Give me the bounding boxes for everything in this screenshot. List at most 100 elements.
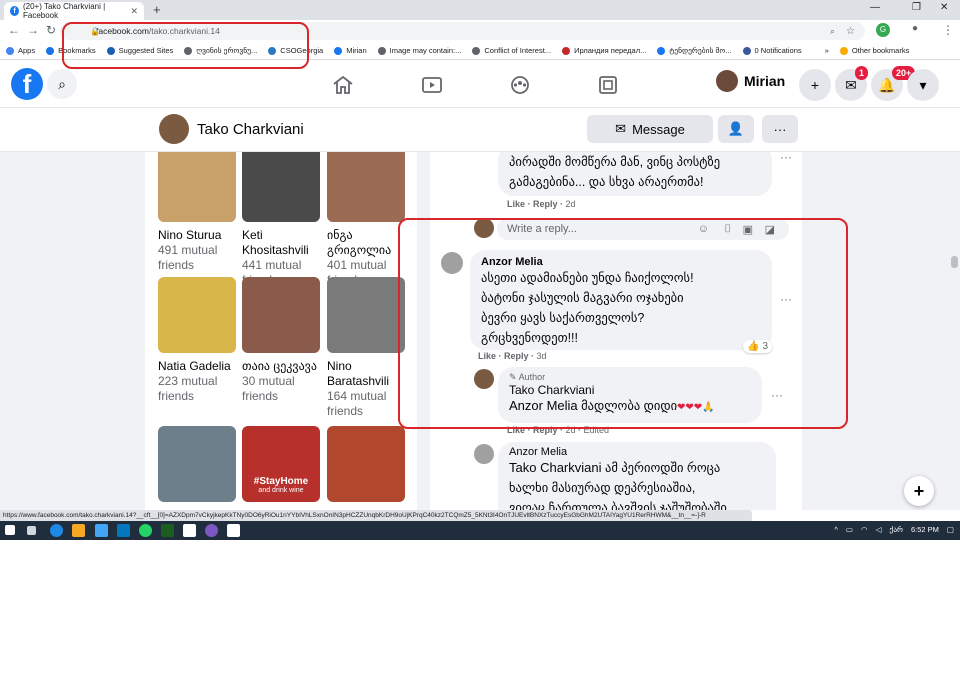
excel-icon[interactable] (161, 524, 174, 537)
like-link[interactable]: Like (478, 351, 496, 361)
friend-card[interactable] (327, 426, 405, 502)
bookmark-item[interactable]: ტენდერების მო... (657, 46, 732, 55)
groups-icon[interactable] (509, 75, 531, 95)
chrome-menu-icon[interactable]: ⋮ (942, 23, 954, 37)
friend-photo[interactable] (327, 152, 405, 222)
tab-close-icon[interactable]: ✕ (130, 6, 138, 17)
profile-avatar[interactable] (159, 114, 189, 144)
friend-name[interactable]: Natia Gadelia (158, 359, 236, 374)
comment-options-icon[interactable]: ··· (771, 388, 783, 402)
message-button[interactable]: ✉ Message (587, 115, 713, 143)
chevron-up-icon[interactable]: ^ (834, 525, 838, 534)
friend-photo[interactable] (327, 277, 405, 353)
wifi-icon[interactable]: ◠ (861, 525, 868, 534)
friend-card[interactable]: Natia Gadelia 223 mutual friends (158, 277, 236, 404)
comment-author[interactable]: Anzor Melia (481, 256, 761, 268)
like-link[interactable]: Like (507, 425, 525, 435)
friend-photo[interactable] (158, 152, 236, 222)
close-window-icon[interactable]: ✕ (940, 2, 948, 13)
comment-author[interactable]: Tako Charkviani (509, 383, 751, 397)
gif-icon[interactable]: ▣ (743, 223, 753, 236)
windows-start-icon[interactable] (5, 525, 15, 535)
extension-icon[interactable]: G (876, 23, 890, 37)
comment-options-icon[interactable]: ··· (780, 292, 792, 306)
watch-video-icon[interactable] (421, 75, 443, 95)
bookmark-item[interactable]: CSOGeorgia (268, 46, 323, 55)
reply-link[interactable]: Reply (533, 425, 558, 435)
store-icon[interactable] (95, 524, 108, 537)
clock[interactable]: 6:52 PM (911, 525, 939, 534)
friend-card[interactable]: Keti Khositashvili441 mutual friends (242, 152, 320, 288)
minimize-icon[interactable]: — (870, 2, 880, 13)
reload-icon[interactable]: ↻ (46, 23, 56, 37)
task-view-icon[interactable] (27, 526, 36, 535)
bookmark-item[interactable]: Apps (6, 46, 35, 55)
friend-card[interactable]: #StayHome and drink wine (242, 426, 320, 502)
more-options-button[interactable]: ··· (762, 115, 798, 143)
notification-center-icon[interactable]: ▢ (947, 525, 954, 534)
file-explorer-icon[interactable] (72, 524, 85, 537)
bookmark-item[interactable]: Conflict of Interest... (472, 46, 551, 55)
bookmark-item[interactable]: Other bookmarks (839, 46, 909, 55)
more-bookmarks-chevron-icon[interactable]: » (825, 46, 829, 55)
profile-chip[interactable]: Mirian (716, 70, 785, 92)
comment-author[interactable]: Anzor Melia (509, 446, 765, 458)
document-icon[interactable] (227, 524, 240, 537)
comment-options-icon[interactable]: ··· (780, 152, 792, 164)
friend-name[interactable]: ინგა გრიგოლია (327, 228, 405, 258)
reply-link[interactable]: Reply (504, 351, 529, 361)
friend-name[interactable]: Nino Baratashvili (327, 359, 405, 389)
browser-tab-active[interactable]: f (20+) Tako Charkviani | Facebook ✕ (4, 2, 144, 20)
volume-icon[interactable]: ◁ (876, 525, 882, 534)
friend-card[interactable] (158, 426, 236, 502)
friend-card[interactable]: თაია ცეკვავა 30 mutual friends (242, 277, 320, 404)
friend-card[interactable]: Nino Baratashvili 164 mutual friends (327, 277, 405, 419)
bookmark-item[interactable]: Ирландия передал... (562, 46, 646, 55)
facebook-logo-icon[interactable]: f (11, 68, 43, 100)
mail-icon[interactable] (117, 524, 130, 537)
camera-icon[interactable]: ⌷ (724, 223, 731, 236)
home-icon[interactable] (332, 75, 354, 95)
friend-photo[interactable] (242, 152, 320, 222)
friend-photo[interactable] (158, 277, 236, 353)
back-arrow-icon[interactable]: ← (8, 23, 20, 37)
profile-avatar-icon[interactable]: ● (912, 23, 918, 34)
account-menu-chevron-down-icon[interactable]: ▾ (907, 69, 939, 101)
friend-card[interactable]: ინგა გრიგოლია401 mutual friends (327, 152, 405, 288)
edge-browser-icon[interactable] (50, 524, 63, 537)
friend-card[interactable]: Nino Sturua 491 mutual friends (158, 152, 236, 273)
reaction-count[interactable]: 👍 3 (743, 340, 773, 353)
search-icon[interactable]: ⌕ (830, 26, 835, 37)
network-icon[interactable]: ▭ (846, 525, 853, 534)
bookmark-item[interactable]: Bookmarks (46, 46, 96, 55)
friend-name[interactable]: თაია ცეკვავა (242, 359, 320, 374)
language-indicator[interactable]: ქარ (889, 525, 903, 534)
bookmark-item[interactable]: ღვინის ეროვნუ... (184, 46, 257, 55)
whatsapp-icon[interactable] (139, 524, 152, 537)
mention-link[interactable]: Anzor Melia (509, 398, 578, 413)
new-message-plus-icon[interactable]: + (904, 476, 934, 506)
search-icon[interactable]: ⌕ (47, 69, 77, 99)
bookmark-item[interactable]: Mirian (334, 46, 367, 55)
notepad-icon[interactable] (183, 524, 196, 537)
friend-photo[interactable] (242, 277, 320, 353)
emoji-icon[interactable]: ☺ (698, 223, 709, 235)
friend-photo[interactable] (158, 426, 236, 502)
create-plus-icon[interactable]: + (799, 69, 831, 101)
new-tab-button[interactable]: + (153, 2, 161, 17)
forward-arrow-icon[interactable]: → (27, 23, 39, 37)
sticker-icon[interactable]: ◪ (765, 223, 775, 236)
friend-name[interactable]: Keti Khositashvili (242, 228, 320, 258)
mention-link[interactable]: Tako Charkviani (509, 460, 602, 475)
reply-link[interactable]: Reply (533, 199, 558, 209)
page-scrollbar[interactable] (950, 152, 960, 510)
address-bar[interactable]: 🔒 facebook.com/tako.charkviani.14 ⌕ ☆ (60, 22, 865, 40)
friend-status-icon[interactable]: 👤 (718, 115, 754, 143)
maximize-icon[interactable]: ❐ (912, 2, 921, 13)
friend-photo[interactable] (327, 426, 405, 502)
star-icon[interactable]: ☆ (846, 26, 855, 37)
bookmark-item[interactable]: Image may contain:... (377, 46, 461, 55)
like-link[interactable]: Like (507, 199, 525, 209)
gaming-icon[interactable] (597, 75, 619, 95)
friend-name[interactable]: Nino Sturua (158, 228, 236, 243)
